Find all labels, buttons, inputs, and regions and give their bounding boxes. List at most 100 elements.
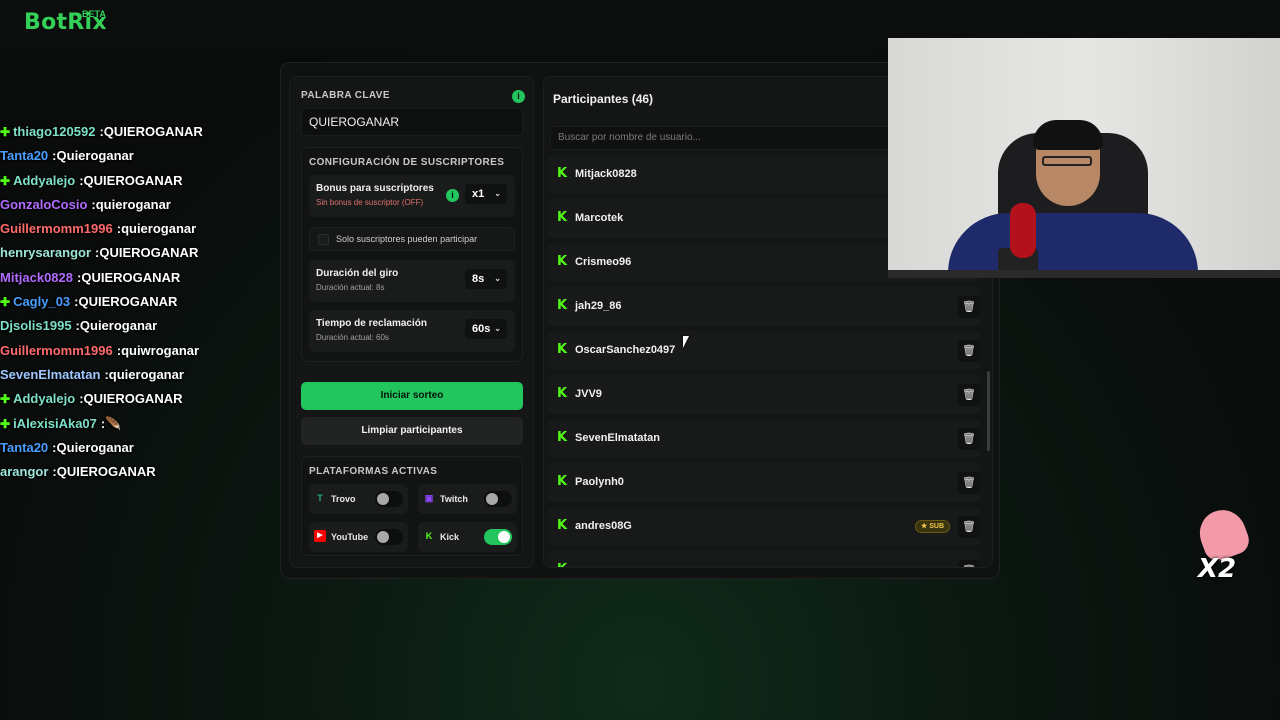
platform-twitch: ▣ Twitch bbox=[418, 484, 517, 514]
chat-username: SevenElmatatan bbox=[0, 366, 101, 382]
platform-toggle[interactable] bbox=[484, 491, 512, 507]
chat-text: QUIEROGANAR bbox=[83, 172, 183, 188]
kick-icon: K bbox=[557, 474, 568, 489]
trash-icon[interactable]: 🗑 bbox=[958, 340, 980, 362]
emote-overlay: X2 bbox=[1193, 503, 1254, 586]
participant-row[interactable]: K🗑 bbox=[548, 551, 980, 567]
participant-row[interactable]: K JVV9 🗑 bbox=[548, 375, 980, 414]
sub-badge-icon: ✚ bbox=[0, 173, 11, 188]
participant-row[interactable]: K Paolynh0 🗑 bbox=[548, 463, 980, 502]
chat-username: GonzaloCosio bbox=[0, 196, 88, 212]
clear-participants-button[interactable]: Limpiar participantes bbox=[301, 417, 523, 445]
platform-label: YouTube bbox=[331, 532, 369, 542]
platform-toggle[interactable] bbox=[375, 529, 403, 545]
chat-username: Cagly_03 bbox=[13, 294, 71, 310]
kick-icon: K bbox=[557, 166, 568, 181]
toggle-knob bbox=[377, 531, 389, 543]
chat-text: quieroganar bbox=[95, 196, 171, 212]
chat-text: Quieroganar bbox=[56, 148, 134, 164]
participant-name: andres08G bbox=[575, 520, 632, 532]
only-subs-row[interactable]: Solo suscriptores pueden participar bbox=[309, 227, 515, 251]
subscriber-settings-title: CONFIGURACIÓN DE SUSCRIPTORES bbox=[309, 157, 505, 168]
chat-text: QUIEROGANAR bbox=[56, 464, 156, 480]
kick-icon: K bbox=[557, 386, 568, 401]
participant-row[interactable]: Kjah29_86 🗑 bbox=[548, 287, 980, 326]
participants-title: Participantes (46) bbox=[553, 92, 654, 106]
claim-select[interactable]: 60s ⌄ bbox=[465, 319, 507, 339]
trash-icon[interactable]: 🗑 bbox=[958, 516, 980, 538]
platform-toggle[interactable] bbox=[484, 529, 512, 545]
kick-icon: K bbox=[557, 210, 568, 225]
platforms-title: PLATAFORMAS ACTIVAS bbox=[309, 466, 438, 477]
bonus-select[interactable]: x1 ⌄ bbox=[465, 184, 507, 204]
settings-column: PALABRA CLAVE i QUIEROGANAR CONFIGURACIÓ… bbox=[289, 76, 534, 568]
participant-row[interactable]: K SevenElmatatan 🗑 bbox=[548, 419, 980, 458]
kick-icon: K bbox=[557, 430, 568, 445]
platform-label: Twitch bbox=[440, 494, 468, 504]
chat-text: QUIEROGANAR bbox=[81, 269, 181, 285]
chat-text: QUIEROGANAR bbox=[83, 391, 183, 407]
spin-label: Duración del giro bbox=[316, 268, 399, 279]
chat-message: ✚ thiago120592: QUIEROGANAR bbox=[0, 120, 270, 144]
participant-name: Paolynh0 bbox=[575, 476, 624, 488]
chat-username: Guillermomm1996 bbox=[0, 221, 113, 237]
subscriber-bonus-card: Bonus para suscriptores Sin bonus de sus… bbox=[309, 175, 515, 217]
info-icon[interactable]: i bbox=[512, 90, 525, 103]
chat-text: quiwroganar bbox=[121, 342, 200, 358]
chat-message: GonzaloCosio: quieroganar bbox=[0, 193, 270, 217]
trash-icon[interactable]: 🗑 bbox=[958, 296, 980, 318]
spin-select-value: 8s bbox=[472, 273, 485, 285]
chat-username: Addyalejo bbox=[13, 172, 76, 188]
chevron-down-icon: ⌄ bbox=[494, 324, 501, 333]
chat-message: SevenElmatatan: quieroganar bbox=[0, 363, 270, 387]
claim-current: Duración actual: 60s bbox=[316, 333, 389, 342]
only-subs-checkbox[interactable] bbox=[318, 234, 329, 245]
trash-icon[interactable]: 🗑 bbox=[958, 428, 980, 450]
trash-icon[interactable]: 🗑 bbox=[958, 560, 980, 567]
trash-icon[interactable]: 🗑 bbox=[958, 384, 980, 406]
mouse-cursor-icon bbox=[683, 336, 689, 348]
sub-badge-icon: ✚ bbox=[0, 125, 11, 139]
bonus-select-value: x1 bbox=[472, 188, 485, 200]
platform-toggle[interactable] bbox=[375, 491, 403, 507]
chat-message: Tanta20: Quieroganar bbox=[0, 144, 270, 168]
spin-select[interactable]: 8s ⌄ bbox=[465, 269, 507, 289]
sub-badge-icon: ✚ bbox=[0, 295, 11, 310]
chat-text: 🪶 bbox=[105, 415, 122, 431]
chat-text: QUIEROGANAR bbox=[103, 124, 203, 139]
participant-row[interactable]: K OscarSanchez0497 🗑 bbox=[548, 331, 980, 370]
chat-username: thiago120592 bbox=[13, 124, 96, 139]
chat-username: Mitjack0828 bbox=[0, 269, 73, 285]
active-platforms: PLATAFORMAS ACTIVAS T Trovo ▣ Twitch ▶ YouTub… bbox=[301, 456, 523, 556]
youtube-icon: ▶ bbox=[314, 530, 326, 542]
platform-kick: K Kick bbox=[418, 522, 517, 552]
toggle-knob bbox=[486, 493, 498, 505]
kick-icon: K bbox=[557, 298, 568, 313]
participant-name: JVV9 bbox=[575, 388, 602, 400]
participant-name: Crismeo96 bbox=[575, 256, 632, 268]
chat-text: quieroganar bbox=[121, 221, 197, 237]
chat-text: Quieroganar bbox=[56, 439, 134, 455]
keyword-input[interactable]: QUIEROGANAR bbox=[301, 108, 523, 136]
participant-name: Mitjack0828 bbox=[575, 168, 637, 180]
chat-message: Tanta20: Quieroganar bbox=[0, 436, 270, 460]
kick-icon: K bbox=[557, 342, 568, 357]
claim-time-card: Tiempo de reclamación Duración actual: 6… bbox=[309, 310, 515, 352]
participant-name: Marcotek bbox=[575, 212, 624, 224]
platform-trovo: T Trovo bbox=[309, 484, 408, 514]
bonus-info-icon[interactable]: i bbox=[446, 189, 459, 202]
chat-line-cut bbox=[0, 116, 270, 120]
participant-name: OscarSanchez0497 bbox=[575, 344, 676, 356]
trash-icon[interactable]: 🗑 bbox=[958, 472, 980, 494]
trovo-icon: T bbox=[317, 493, 323, 503]
spin-duration-card: Duración del giro Duración actual: 8s 8s… bbox=[309, 260, 515, 302]
chat-message: henrysarangor: QUIEROGANAR bbox=[0, 241, 270, 265]
kick-icon: K bbox=[557, 254, 568, 269]
participant-row[interactable]: Kandres08G ★ SUB 🗑 bbox=[548, 507, 980, 546]
chat-text: quieroganar bbox=[108, 366, 184, 382]
chat-username: Guillermomm1996 bbox=[0, 342, 113, 358]
scrollbar[interactable] bbox=[987, 371, 990, 451]
participant-name: SevenElmatatan bbox=[575, 432, 660, 444]
chat-username: Tanta20 bbox=[0, 148, 49, 164]
start-giveaway-button[interactable]: Iniciar sorteo bbox=[301, 382, 523, 410]
